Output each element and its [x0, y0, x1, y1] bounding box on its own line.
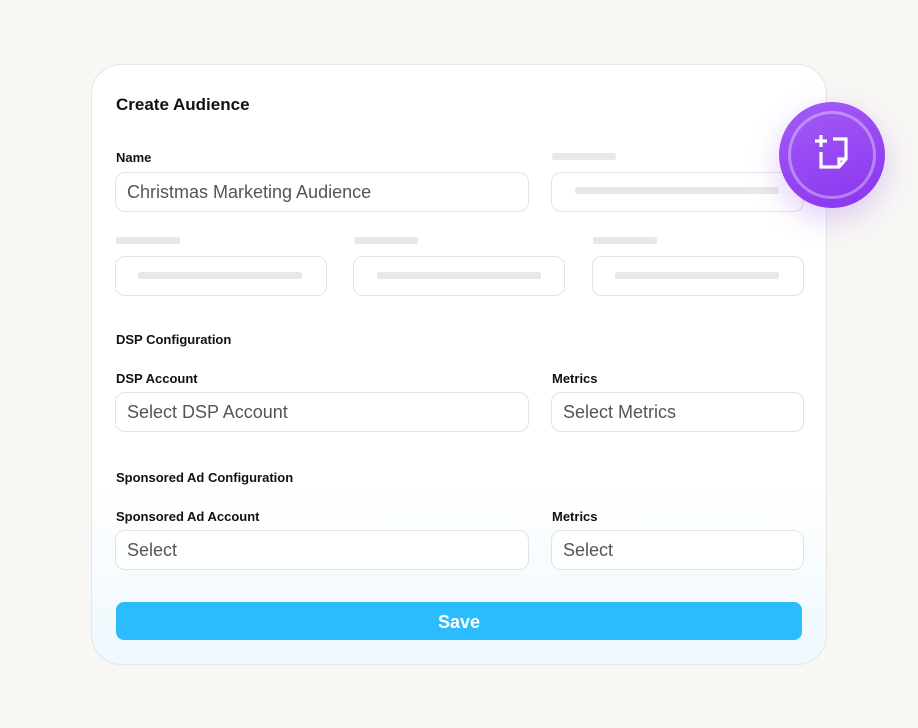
- placeholder-input[interactable]: [115, 256, 327, 296]
- placeholder-bar: [615, 272, 779, 279]
- page-title: Create Audience: [116, 95, 250, 114]
- dsp-account-select[interactable]: Select DSP Account: [115, 392, 529, 432]
- dsp-metrics-label: Metrics: [552, 371, 598, 386]
- dsp-account-label: DSP Account: [116, 371, 198, 386]
- placeholder-label: [354, 237, 418, 244]
- name-input[interactable]: Christmas Marketing Audience: [115, 172, 529, 212]
- dsp-metrics-select[interactable]: Select Metrics: [551, 392, 804, 432]
- sponsored-metrics-select[interactable]: Select: [551, 530, 804, 570]
- save-button[interactable]: Save: [116, 602, 802, 640]
- create-audience-card: [91, 64, 827, 665]
- placeholder-label: [116, 237, 180, 244]
- sponsored-metrics-label: Metrics: [552, 509, 598, 524]
- placeholder-bar: [377, 272, 541, 279]
- placeholder-bar: [575, 187, 779, 194]
- placeholder-bar: [138, 272, 302, 279]
- add-note-icon: [815, 135, 848, 169]
- sponsored-section-heading: Sponsored Ad Configuration: [116, 470, 294, 485]
- sponsored-account-select[interactable]: Select: [115, 530, 529, 570]
- placeholder-input[interactable]: [592, 256, 804, 296]
- sponsored-account-label: Sponsored Ad Account: [116, 509, 260, 524]
- name-label: Name: [116, 150, 152, 165]
- placeholder-label: [593, 237, 657, 244]
- placeholder-label: [552, 153, 616, 160]
- add-note-badge[interactable]: [779, 102, 885, 208]
- placeholder-input[interactable]: [353, 256, 565, 296]
- placeholder-input[interactable]: [551, 172, 804, 212]
- dsp-section-heading: DSP Configuration: [116, 332, 232, 347]
